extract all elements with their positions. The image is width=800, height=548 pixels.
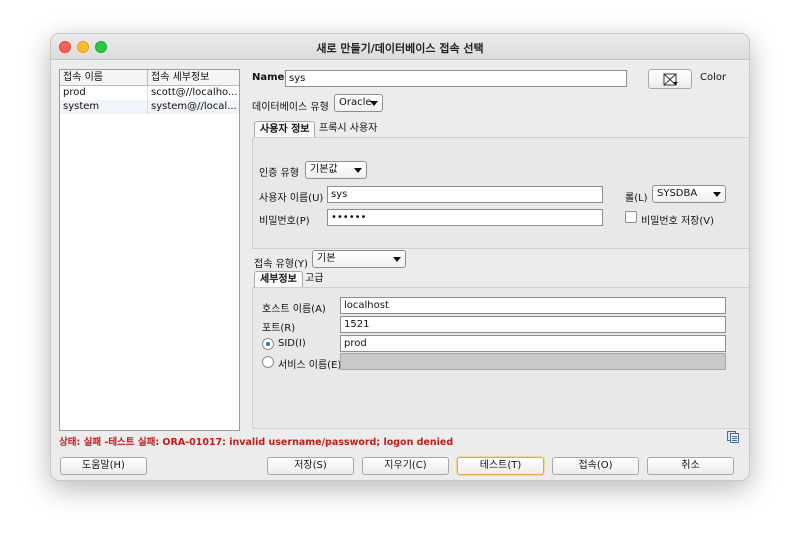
username-input[interactable]: sys [327,186,603,203]
host-label: 호스트 이름(A) [262,304,326,315]
connection-row[interactable]: prod scott@//localho... [60,86,239,100]
color-picker-icon [663,73,679,92]
service-name-radio[interactable] [262,356,274,368]
service-name-input [340,353,726,370]
connection-details: scott@//localho... [151,87,238,98]
sid-label: SID(I) [278,338,306,349]
connection-dialog: 새로 만들기/데이터베이스 접속 선택 접속 이름 접속 세부정보 prod s… [50,33,750,481]
tab-user-info[interactable]: 사용자 정보 [254,121,316,138]
name-label: Name [252,72,285,83]
cancel-button[interactable]: 취소 [647,457,734,475]
chevron-down-icon [370,101,378,106]
role-value: SYSDBA [657,188,698,199]
db-type-select[interactable]: Oracle [334,94,383,112]
save-password-checkbox[interactable] [625,211,637,223]
save-button[interactable]: 저장(S) [267,457,354,475]
host-input[interactable]: localhost [340,297,726,314]
connections-list[interactable]: 접속 이름 접속 세부정보 prod scott@//localho... sy… [59,69,240,431]
connection-type-select[interactable]: 기본 [312,250,406,268]
connection-row[interactable]: system system@//local... [60,100,239,114]
sid-radio[interactable] [262,338,274,350]
color-label: Color [700,72,727,83]
help-button[interactable]: 도움말(H) [60,457,147,475]
connection-type-label: 접속 유형(Y) [254,259,308,270]
port-label: 포트(R) [262,323,296,334]
port-input[interactable]: 1521 [340,316,726,333]
connection-name: prod [60,86,148,100]
test-button[interactable]: 테스트(T) [457,457,544,475]
password-label: 비밀번호(P) [259,216,310,227]
db-type-value: Oracle [339,97,372,108]
chevron-down-icon [713,192,721,197]
db-type-label: 데이터베이스 유형 [252,102,329,113]
role-select[interactable]: SYSDBA [652,185,726,203]
column-header-connection-details[interactable]: 접속 세부정보 [148,70,239,85]
name-input[interactable]: sys [285,70,627,87]
connection-type-value: 기본 [317,253,336,264]
auth-type-label: 인증 유형 [259,168,299,179]
clear-button[interactable]: 지우기(C) [362,457,449,475]
chevron-down-icon [354,168,362,173]
chevron-down-icon [393,257,401,262]
username-label: 사용자 이름(U) [259,193,324,204]
save-password-label: 비밀번호 저장(V) [641,216,715,227]
title-bar: 새로 만들기/데이터베이스 접속 선택 [51,34,749,60]
connect-button[interactable]: 접속(O) [552,457,639,475]
sid-input[interactable]: prod [340,335,726,352]
window-title: 새로 만들기/데이터베이스 접속 선택 [316,42,484,55]
tab-details[interactable]: 세부정보 [254,271,303,288]
auth-type-select[interactable]: 기본값 [305,161,367,179]
tab-advanced[interactable]: 고급 [302,271,326,288]
tab-proxy-user[interactable]: 프록시 사용자 [316,121,380,138]
color-picker-button[interactable] [648,69,692,89]
copy-icon[interactable] [726,430,740,447]
connections-list-header: 접속 이름 접속 세부정보 [60,70,239,86]
column-header-connection-name[interactable]: 접속 이름 [60,70,148,85]
password-input[interactable]: •••••• [327,209,603,226]
connection-name: system [60,100,148,114]
auth-type-value: 기본값 [310,164,338,175]
service-name-label: 서비스 이름(E) [278,360,342,371]
status-message: 상태: 실패 -테스트 실패: ORA-01017: invalid usern… [59,437,454,448]
connection-details: system@//local... [151,101,237,112]
role-label: 롤(L) [625,193,648,204]
